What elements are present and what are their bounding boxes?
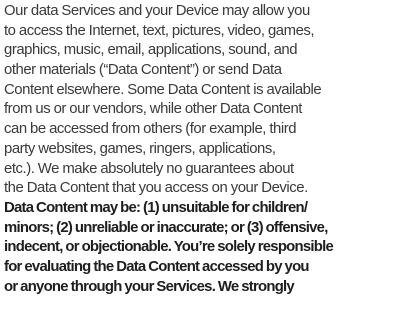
bold-text-line: or anyone through your Services. We stro…: [4, 278, 295, 295]
text-line: party websites, games, ringers, applicat…: [4, 140, 276, 157]
bold-text-line: minors; (2) unreliable or inaccurate; or…: [4, 219, 328, 236]
text-line: can be accessed from others (for example…: [4, 121, 297, 138]
legal-text-block: Our data Services and your Device may al…: [4, 2, 410, 297]
text-line: other materials (“Data Content”) or send…: [4, 62, 282, 79]
bold-text-line: for evaluating the Data Content accessed…: [4, 258, 310, 275]
text-line: to access the Internet, text, pictures, …: [4, 22, 315, 39]
text-line: etc.). We make absolutely no guarantees …: [4, 160, 294, 177]
bold-text-line: Data Content may be: (1) unsuitable for …: [4, 199, 308, 216]
bold-text-line: indecent, or objectionable. You’re solel…: [4, 239, 334, 256]
text-line: Content elsewhere. Some Data Content is …: [4, 81, 322, 98]
text-line: the Data Content that you access on your…: [4, 180, 308, 197]
text-line: from us or our vendors, while other Data…: [4, 101, 302, 118]
text-line: Our data Services and your Device may al…: [4, 3, 310, 19]
text-line: graphics, music, email, applications, so…: [4, 42, 298, 59]
